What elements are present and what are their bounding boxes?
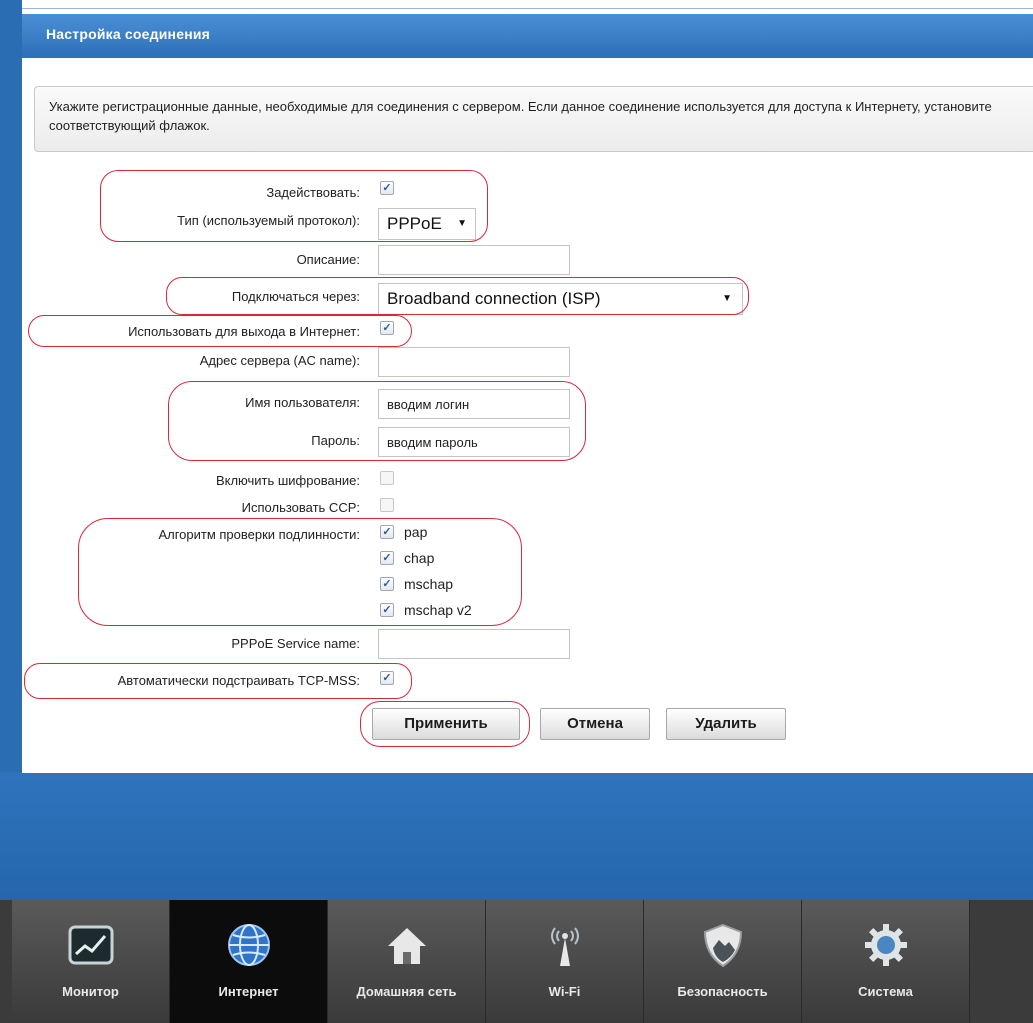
enable-label: Задействовать: — [266, 185, 360, 200]
nav-item-home-network[interactable]: Домашняя сеть — [328, 900, 486, 1023]
left-blue-strip — [0, 0, 22, 785]
connect-via-value: Broadband connection (ISP) — [387, 289, 601, 308]
ccp-label: Использовать CCP: — [241, 500, 360, 515]
info-message: Укажите регистрационные данные, необходи… — [34, 86, 1033, 152]
gear-icon — [864, 924, 907, 966]
house-icon — [387, 928, 426, 964]
protocol-value: PPPoE — [387, 214, 442, 233]
server-label: Адрес сервера (AC name): — [199, 353, 360, 368]
shield-icon — [703, 923, 742, 968]
service-name-label: PPPoE Service name: — [231, 636, 360, 651]
nav-label-system: Система — [858, 984, 913, 999]
auth-pap-checkbox[interactable]: ✓ — [380, 525, 394, 539]
chevron-down-icon: ▼ — [457, 218, 467, 229]
auth-mschapv2-checkbox[interactable]: ✓ — [380, 603, 394, 617]
password-label: Пароль: — [311, 433, 360, 448]
cancel-button[interactable]: Отмена — [540, 708, 650, 740]
use-internet-checkbox[interactable]: ✓ — [380, 321, 394, 335]
description-input[interactable] — [378, 245, 570, 275]
description-label: Описание: — [296, 252, 360, 267]
connect-via-select[interactable]: Broadband connection (ISP) ▼ — [378, 283, 743, 315]
ccp-checkbox[interactable] — [380, 498, 394, 512]
nav-item-monitor[interactable]: Монитор — [12, 900, 170, 1023]
tcp-mss-checkbox[interactable]: ✓ — [380, 671, 394, 685]
nav-item-wifi[interactable]: Wi-Fi — [486, 900, 644, 1023]
auth-chap-label: chap — [404, 550, 435, 566]
nav-item-system[interactable]: Система — [802, 900, 970, 1023]
nav-label-monitor: Монитор — [62, 984, 119, 999]
tcp-mss-label: Автоматически подстраивать TCP-MSS: — [117, 673, 360, 688]
delete-button[interactable]: Удалить — [666, 708, 786, 740]
protocol-label: Тип (используемый протокол): — [177, 213, 360, 228]
use-internet-label: Использовать для выхода в Интернет: — [128, 324, 360, 339]
auth-chap-checkbox[interactable]: ✓ — [380, 551, 394, 565]
panel-title: Настройка соединения — [46, 26, 211, 42]
encryption-checkbox[interactable] — [380, 471, 394, 485]
connect-via-label: Подключаться через: — [231, 289, 360, 304]
auth-mschap-checkbox[interactable]: ✓ — [380, 577, 394, 591]
nav-label-home-network: Домашняя сеть — [356, 984, 457, 999]
nav-label-internet: Интернет — [218, 984, 279, 999]
auth-pap-label: pap — [404, 524, 428, 540]
server-input[interactable] — [378, 347, 570, 377]
nav-label-security: Безопасность — [677, 984, 768, 999]
apply-button[interactable]: Применить — [372, 708, 520, 740]
blue-background-area — [0, 772, 1033, 900]
bottom-nav: Монитор Интернет Домашняя сеть Wi-Fi Без… — [0, 900, 1033, 1023]
auth-label: Алгоритм проверки подлинности: — [158, 527, 360, 542]
monitor-chart-icon — [68, 925, 113, 965]
password-input[interactable]: вводим пароль — [378, 427, 570, 457]
nav-item-security[interactable]: Безопасность — [644, 900, 802, 1023]
service-name-input[interactable] — [378, 629, 570, 659]
protocol-select[interactable]: PPPoE ▼ — [378, 208, 476, 240]
auth-mschapv2-label: mschap v2 — [404, 602, 472, 618]
encryption-label: Включить шифрование: — [215, 473, 360, 488]
chevron-down-icon: ▼ — [722, 293, 732, 304]
nav-item-internet[interactable]: Интернет — [170, 900, 328, 1023]
username-input[interactable]: вводим логин — [378, 389, 570, 419]
globe-icon — [227, 924, 270, 966]
wifi-antenna-icon — [550, 927, 579, 966]
username-label: Имя пользователя: — [245, 395, 360, 410]
nav-label-wifi: Wi-Fi — [548, 984, 581, 999]
auth-mschap-label: mschap — [404, 576, 454, 592]
enable-checkbox[interactable]: ✓ — [380, 181, 394, 195]
